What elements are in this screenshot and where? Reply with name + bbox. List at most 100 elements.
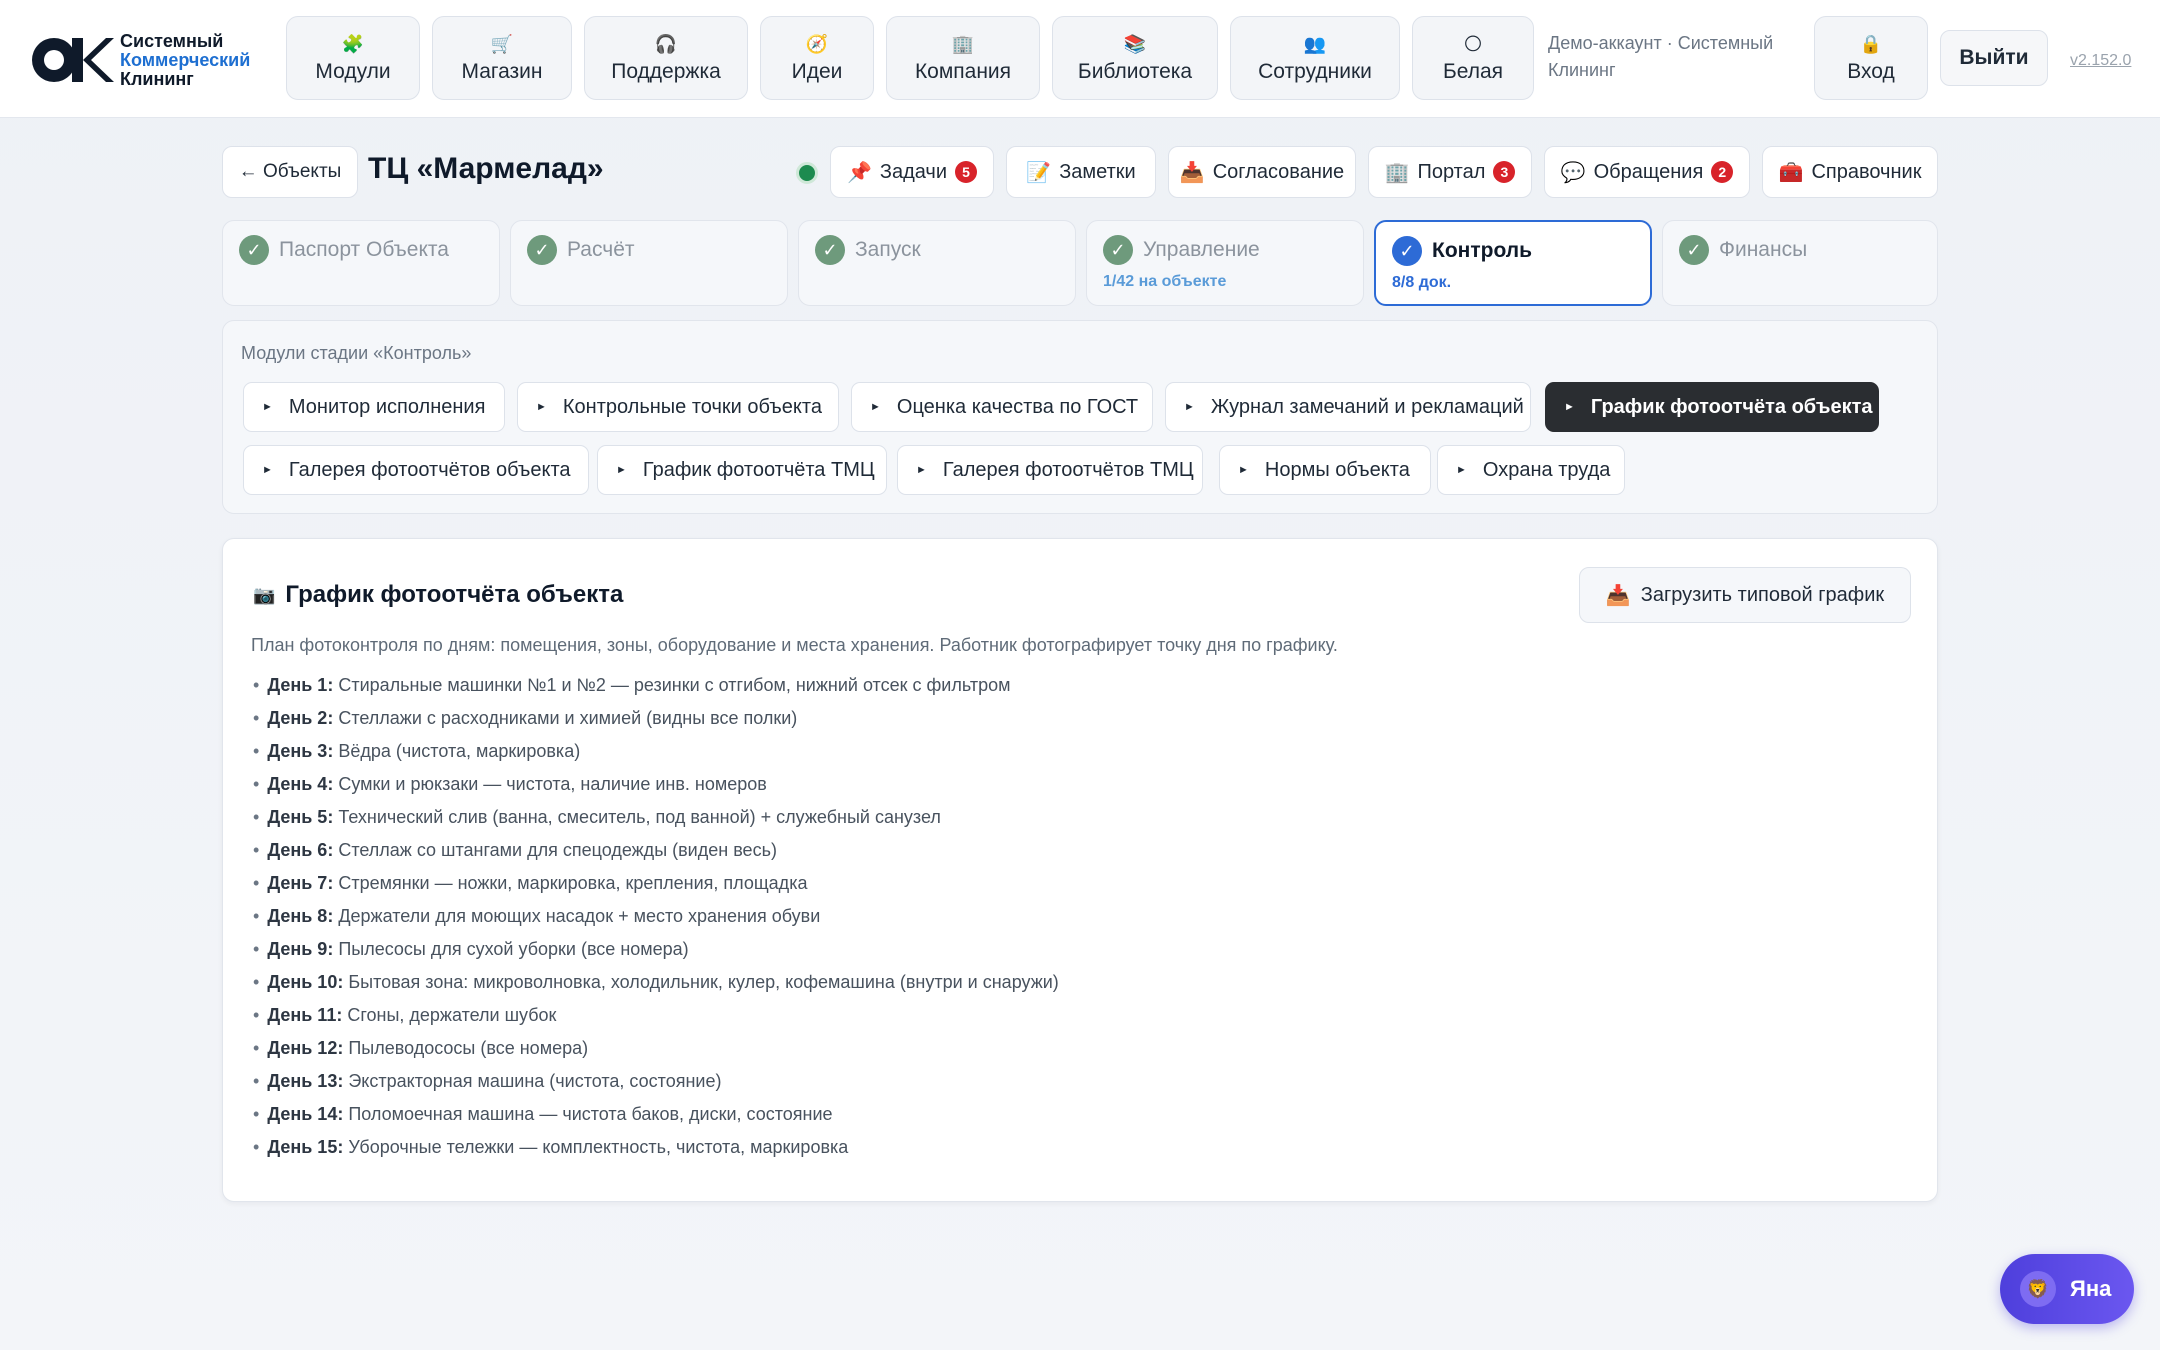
stage-progress: 1/42 на объекте [1103,273,1227,290]
triangle-right-icon: ► [1456,464,1467,476]
upload-template-schedule-button[interactable]: 📥 Загрузить типовой график [1579,567,1911,623]
module-gost-quality[interactable]: ► Оценка качества по ГОСТ [851,382,1153,432]
logo-mark-icon [32,38,114,82]
top-bar: Системный Коммерческий Клининг 🧩 Модули … [0,0,2160,118]
cart-icon: 🛒 [490,34,514,54]
portal-button[interactable]: 🏢 Портал 3 [1368,146,1532,198]
reference-button[interactable]: 🧰 Справочник [1762,146,1938,198]
triangle-right-icon: ► [262,464,273,476]
list-item: • День 7: Стремянки — ножки, маркировка, … [253,873,808,893]
list-item: • День 4: Сумки и рюкзаки — чистота, нали… [253,774,767,794]
list-item: • День 13: Экстракторная машина (чистота,… [253,1071,722,1091]
portal-count-badge: 3 [1493,161,1516,183]
stage-tab-passport[interactable]: ✓ Паспорт Объекта [222,220,500,306]
version-link[interactable]: v2.152.0 [2070,52,2131,70]
list-item: • День 8: Держатели для моющих насадок + … [253,906,821,926]
schedule-description: План фотоконтроля по дням: помещения, зо… [251,635,1338,655]
triangle-right-icon: ► [1564,401,1575,413]
toolbox-icon: 🧰 [1778,161,1804,184]
list-item: • День 15: Уборочные тележки — комплектно… [253,1137,849,1157]
lock-icon: 🔒 [1859,34,1883,54]
triangle-right-icon: ► [536,401,547,413]
list-item: • День 3: Вёдра (чистота, маркировка) [253,741,581,761]
account-label: Демо-аккаунт · Системный Клининг [1548,33,1774,80]
nav-modules-button[interactable]: 🧩 Модули [286,16,420,100]
nav-library-button[interactable]: 📚 Библиотека [1052,16,1218,100]
module-object-photo-schedule[interactable]: ► График фотоотчёта объекта [1545,382,1879,432]
nav-employees-button[interactable]: 👥 Сотрудники [1230,16,1400,100]
check-circle-icon: ✓ [527,235,557,265]
triangle-right-icon: ► [870,401,881,413]
building-icon: 🏢 [951,34,975,54]
compass-icon: 🧭 [805,34,829,54]
triangle-right-icon: ► [916,464,927,476]
module-object-photo-gallery[interactable]: ► Галерея фотоотчётов объекта [243,445,589,495]
assistant-chat-button[interactable]: 🦁 Яна [2000,1254,2134,1324]
card-title: 📷 График фотоотчёта объекта [253,581,624,608]
module-object-norms[interactable]: ► Нормы объекта [1219,445,1431,495]
check-circle-icon: ✓ [1103,235,1133,265]
camera-icon: 📷 [253,584,276,605]
stage-tab-management[interactable]: ✓ Управление 1/42 на объекте [1086,220,1364,306]
requests-count-badge: 2 [1711,161,1734,183]
login-button[interactable]: 🔒 Вход [1814,16,1928,100]
puzzle-icon: 🧩 [341,34,365,54]
triangle-right-icon: ► [1238,464,1249,476]
brand-name: Системный Коммерческий Клининг [120,30,251,89]
nav-company-button[interactable]: 🏢 Компания [886,16,1040,100]
logout-button[interactable]: Выйти [1940,30,2048,86]
theme-toggle-button[interactable]: 🌕 Белая [1412,16,1534,100]
nav-ideas-button[interactable]: 🧭 Идеи [760,16,874,100]
list-item: • День 12: Пылеводососы (все номера) [253,1038,589,1058]
stage-tab-calculation[interactable]: ✓ Расчёт [510,220,788,306]
triangle-right-icon: ► [616,464,627,476]
module-labor-safety[interactable]: ► Охрана труда [1437,445,1625,495]
module-execution-monitor[interactable]: ► Монитор исполнения [243,382,505,432]
inbox-icon: 📥 [1179,161,1205,184]
check-circle-icon: ✓ [239,235,269,265]
people-icon: 👥 [1303,34,1327,54]
modules-caption: Модули стадии «Контроль» [241,343,472,363]
module-control-points[interactable]: ► Контрольные точки объекта [517,382,839,432]
books-icon: 📚 [1123,34,1147,54]
list-item: • День 14: Поломоечная машина — чистота б… [253,1104,833,1124]
schedule-day-list: • День 1: Стиральные машинки №1 и №2 — ре… [253,669,1059,1164]
sun-icon: 🌕 [1463,34,1483,54]
approval-button[interactable]: 📥 Согласование [1168,146,1356,198]
building-icon: 🏢 [1384,161,1410,184]
list-item: • День 10: Бытовая зона: микроволновка, х… [253,972,1059,992]
check-circle-icon: ✓ [1392,236,1422,266]
headphones-icon: 🎧 [654,34,678,54]
photo-schedule-card: 📷 График фотоотчёта объекта 📥 Загрузить … [222,538,1938,1202]
module-complaints-journal[interactable]: ► Журнал замечаний и рекламаций [1165,382,1531,432]
list-item: • День 6: Стеллаж со штангами для спецоде… [253,840,777,860]
nav-shop-button[interactable]: 🛒 Магазин [432,16,572,100]
stage-tab-control[interactable]: ✓ Контроль 8/8 док. [1374,220,1652,306]
list-item: • День 1: Стиральные машинки №1 и №2 — ре… [253,675,1011,695]
page-title: ТЦ «Мармелад» [368,152,604,185]
tasks-button[interactable]: 📌 Задачи 5 [830,146,994,198]
module-tmc-photo-gallery[interactable]: ► Галерея фотоотчётов ТМЦ [897,445,1203,495]
brand-logo[interactable]: Системный Коммерческий Клининг [30,30,270,90]
pin-icon: 📌 [846,161,872,184]
notes-button[interactable]: 📝 Заметки [1006,146,1156,198]
list-item: • День 5: Технический слив (ванна, смесит… [253,807,941,827]
memo-icon: 📝 [1026,161,1052,184]
stage-progress: 8/8 док. [1392,274,1452,291]
stage-modules-panel: Модули стадии «Контроль» ► Монитор испол… [222,320,1938,514]
requests-button[interactable]: 💬 Обращения 2 [1544,146,1750,198]
tasks-count-badge: 5 [955,161,978,183]
inbox-icon: 📥 [1605,584,1631,607]
back-to-objects-button[interactable]: ← Объекты [222,146,358,198]
stage-tab-launch[interactable]: ✓ Запуск [798,220,1076,306]
lion-avatar-icon: 🦁 [2020,1271,2056,1307]
speech-bubble-icon: 💬 [1560,161,1586,184]
check-circle-icon: ✓ [1679,235,1709,265]
stage-tab-finance[interactable]: ✓ Финансы [1662,220,1938,306]
status-indicator [796,162,818,184]
triangle-right-icon: ► [1184,401,1195,413]
list-item: • День 11: Сгоны, держатели шубок [253,1005,557,1025]
triangle-right-icon: ► [262,401,273,413]
module-tmc-photo-schedule[interactable]: ► График фотоотчёта ТМЦ [597,445,887,495]
nav-support-button[interactable]: 🎧 Поддержка [584,16,748,100]
